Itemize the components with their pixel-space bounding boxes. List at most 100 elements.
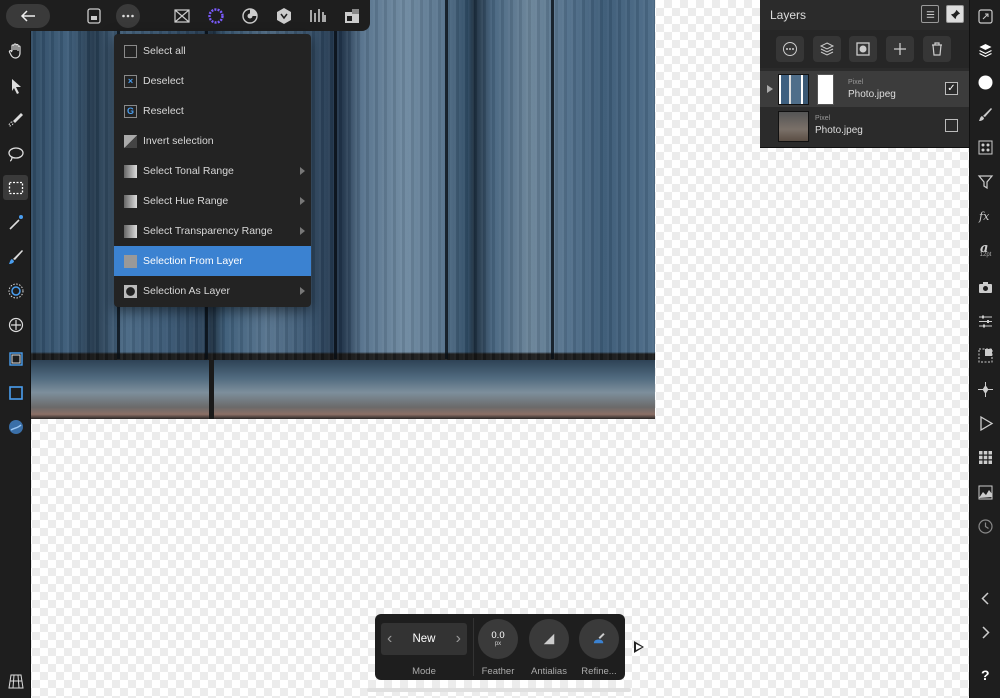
document-button[interactable]: [82, 4, 106, 28]
layers-studio-icon[interactable]: [973, 38, 998, 63]
antialias-toggle[interactable]: [529, 619, 569, 659]
antialias-triangle-icon: [543, 633, 555, 645]
menu-item-select-all[interactable]: Select all: [114, 36, 311, 66]
healing-tool-icon[interactable]: [3, 312, 28, 337]
pin-panel-button[interactable]: [946, 5, 964, 23]
dodge-burn-sun-icon[interactable]: [3, 278, 28, 303]
mode-selector[interactable]: ‹ New ›: [381, 623, 467, 655]
menu-item-reselect[interactable]: G Reselect: [114, 96, 311, 126]
help-question-icon[interactable]: ?: [973, 662, 998, 687]
export-persona-icon: [345, 9, 359, 23]
plank-gap: [334, 0, 337, 359]
delete-layer-button[interactable]: [923, 36, 951, 62]
export-persona-button[interactable]: [340, 4, 364, 28]
text-style-icon[interactable]: a 12pt: [973, 237, 998, 262]
liquify-persona-button[interactable]: [204, 4, 228, 28]
trash-icon: [932, 42, 942, 56]
plank-gap: [445, 0, 448, 359]
stock-camera-icon[interactable]: [973, 275, 998, 300]
layer-visibility-checkbox[interactable]: ✓: [945, 82, 958, 95]
layer-more-button[interactable]: [776, 36, 804, 62]
layer-visibility-checkbox[interactable]: [945, 119, 958, 132]
font-size-label: 12pt: [979, 252, 992, 258]
chevron-left-icon[interactable]: [973, 586, 998, 611]
swatches-grid-icon[interactable]: [973, 445, 998, 470]
antialias-label: Antialias: [531, 666, 567, 677]
add-group-button[interactable]: [813, 36, 841, 62]
menu-item-select-transparency-range[interactable]: Select Transparency Range: [114, 216, 311, 246]
back-button[interactable]: [6, 4, 50, 28]
refine-button[interactable]: [579, 619, 619, 659]
select-menu: Select all × Deselect G Reselect Invert …: [114, 34, 311, 307]
liquify-persona-icon: [208, 8, 224, 24]
crop-tool-icon[interactable]: [3, 346, 28, 371]
rectangular-marquee-icon[interactable]: [3, 175, 28, 200]
layer-row[interactable]: Pixel Photo.jpeg: [760, 108, 969, 144]
chevron-right-icon[interactable]: [973, 620, 998, 645]
base-board-gap: [209, 360, 214, 419]
menu-item-label: Select Hue Range: [143, 195, 229, 207]
plank-gap: [551, 0, 554, 359]
deselect-x-icon: ×: [124, 74, 137, 88]
view-tool-hand-icon[interactable]: [3, 38, 28, 63]
layer-name-label: Photo.jpeg: [815, 125, 863, 136]
channels-studio-icon[interactable]: [973, 135, 998, 160]
navigator-studio-icon[interactable]: [973, 343, 998, 368]
hue-range-icon: [124, 194, 137, 208]
menu-item-selection-from-layer[interactable]: Selection From Layer: [114, 246, 311, 276]
tone-mapping-persona-button[interactable]: [272, 4, 296, 28]
histogram-button[interactable]: [306, 4, 330, 28]
more-button[interactable]: [116, 4, 140, 28]
flood-select-wand-icon[interactable]: [3, 209, 28, 234]
sliders-studio-icon[interactable]: [973, 309, 998, 334]
shape-rectangle-icon[interactable]: [3, 380, 28, 405]
add-layer-button[interactable]: [886, 36, 914, 62]
paint-brush-icon[interactable]: [3, 244, 28, 269]
grid-perspective-icon[interactable]: [3, 668, 28, 693]
menu-item-select-hue-range[interactable]: Select Hue Range: [114, 186, 311, 216]
brushes-studio-icon[interactable]: [973, 102, 998, 127]
mode-label: Mode: [412, 666, 436, 677]
histogram-studio-icon[interactable]: [973, 480, 998, 505]
color-studio-icon[interactable]: [973, 70, 998, 95]
move-tool-pointer-icon[interactable]: [3, 73, 28, 98]
layer-row[interactable]: Pixel Photo.jpeg ✓: [760, 71, 969, 107]
pin-icon: [950, 9, 960, 19]
menu-item-label: Select Tonal Range: [143, 165, 234, 177]
menu-item-select-tonal-range[interactable]: Select Tonal Range: [114, 156, 311, 186]
develop-persona-button[interactable]: [238, 4, 262, 28]
layer-thumbnail: [778, 74, 809, 105]
macro-play-icon[interactable]: [973, 411, 998, 436]
transform-studio-icon[interactable]: [973, 377, 998, 402]
layers-options-button[interactable]: [921, 5, 939, 23]
effects-fx-icon[interactable]: fx: [973, 203, 998, 228]
adjustments-studio-icon[interactable]: [973, 169, 998, 194]
checkbox-empty-icon: [124, 44, 137, 58]
layers-tools-row: [760, 30, 969, 68]
feather-control[interactable]: 0.0 px: [478, 619, 518, 659]
menu-item-invert-selection[interactable]: Invert selection: [114, 126, 311, 156]
selection-brush-icon[interactable]: [3, 107, 28, 132]
svg-text:?: ?: [981, 667, 990, 683]
resize-panel-icon[interactable]: [973, 4, 998, 29]
svg-text:fx: fx: [978, 210, 990, 223]
layer-stack-icon: [819, 42, 835, 56]
chevron-right-icon[interactable]: ›: [456, 630, 461, 648]
submenu-arrow-icon: [300, 287, 305, 295]
photo-persona-button[interactable]: [170, 4, 194, 28]
expand-triangle-icon[interactable]: [767, 85, 773, 93]
layer-type-label: Pixel: [848, 79, 864, 86]
chevron-left-icon[interactable]: ‹: [387, 630, 392, 648]
menu-item-selection-as-layer[interactable]: Selection As Layer: [114, 276, 311, 306]
add-mask-button[interactable]: [849, 36, 877, 62]
freehand-selection-lasso-icon[interactable]: [3, 141, 28, 166]
menu-item-label: Deselect: [143, 75, 184, 87]
submenu-arrow-icon: [300, 197, 305, 205]
wood-base-board: [31, 360, 655, 419]
gradient-fill-icon[interactable]: [3, 414, 28, 439]
menu-item-label: Select Transparency Range: [143, 225, 273, 237]
submenu-arrow-icon: [300, 227, 305, 235]
menu-item-deselect[interactable]: × Deselect: [114, 66, 311, 96]
menu-item-label: Selection As Layer: [143, 285, 230, 297]
history-clock-icon[interactable]: [973, 514, 998, 539]
